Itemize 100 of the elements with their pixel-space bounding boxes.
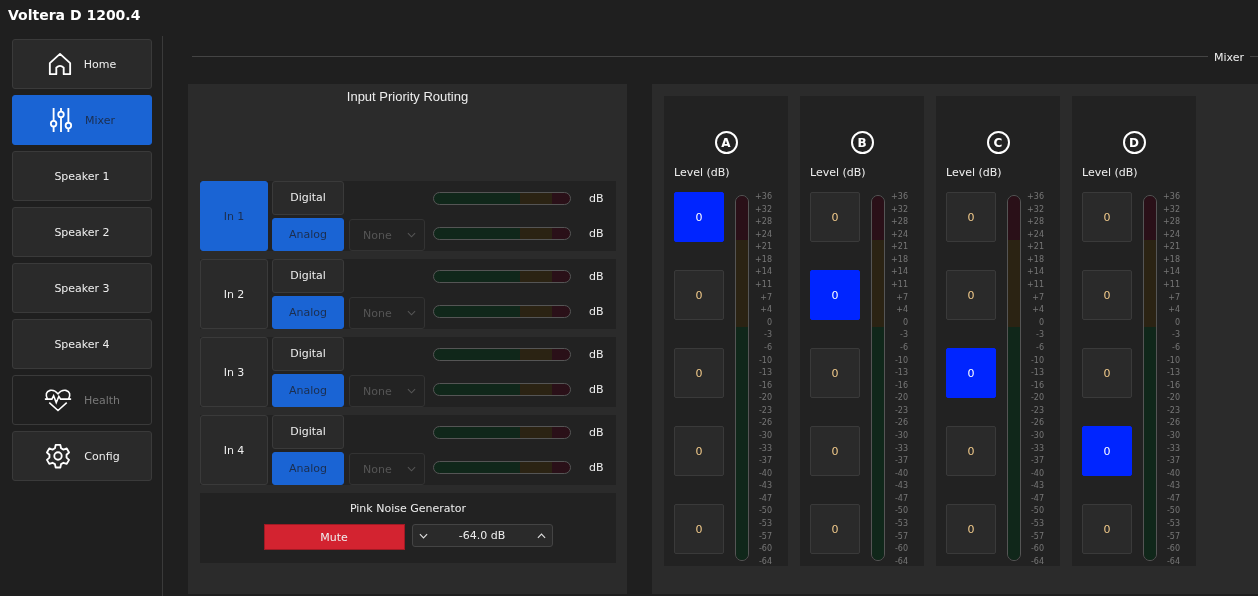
input-button[interactable]: In 2 [200,259,268,329]
scale-label: +28 [891,217,908,227]
scale-label: +28 [755,217,772,227]
scale-label: -60 [1030,544,1044,554]
scale-label: -47 [758,493,772,503]
level-button[interactable]: 0 [1082,270,1132,320]
scale-label: -37 [894,456,908,466]
input-button[interactable]: In 4 [200,415,268,485]
digital-button[interactable]: Digital [272,415,344,449]
digital-button[interactable]: Digital [272,337,344,371]
scale-label: +24 [1163,229,1180,239]
scale-label: 0 [902,317,908,327]
level-button[interactable]: 0 [674,504,724,554]
nav-button[interactable]: Speaker 2 [12,207,152,257]
scale-label: -13 [894,368,908,378]
scale-label: +4 [760,305,772,315]
level-button[interactable]: 0 [674,192,724,242]
scale-label: -50 [1030,506,1044,516]
scale-label: -26 [894,418,908,428]
channel-letter: C [986,131,1010,155]
nav-button[interactable]: Home [12,39,152,89]
scale-label: +4 [896,305,908,315]
nav-button[interactable]: Config [12,431,152,481]
level-button[interactable]: 0 [946,270,996,320]
nav-button[interactable]: Speaker 4 [12,319,152,369]
level-button[interactable]: 0 [674,270,724,320]
level-button[interactable]: 0 [1082,348,1132,398]
noise-generator-title: Pink Noise Generator [349,501,467,517]
heartbeat-icon [43,387,72,413]
chevron-down-icon[interactable] [418,532,428,539]
scale-label: -13 [758,368,772,378]
scale-label: +7 [896,292,908,302]
scale-label: -53 [1030,519,1044,529]
level-button[interactable]: 0 [674,426,724,476]
level-button[interactable]: 0 [810,426,860,476]
scale-label: -6 [1172,342,1180,352]
level-button[interactable]: 0 [946,426,996,476]
home-icon [47,51,72,77]
scale-label: -47 [894,493,908,503]
digital-button[interactable]: Digital [272,181,344,215]
scale-label: -50 [894,506,908,516]
level-button[interactable]: 0 [674,348,724,398]
digital-button[interactable]: Digital [272,259,344,293]
level-label: Level (dB) [1081,165,1139,182]
level-button[interactable]: 0 [810,192,860,242]
scale-label: -30 [1030,431,1044,440]
scale-label: +7 [1168,292,1180,302]
level-button[interactable]: 0 [810,504,860,554]
scale-label: -53 [1166,519,1180,529]
scale-label: +11 [891,280,908,290]
chevron-down-icon [407,466,416,472]
scale-label: -23 [894,405,908,415]
scale-label: +36 [1163,192,1180,201]
input-button[interactable]: In 3 [200,337,268,407]
scale-label: +14 [1163,267,1180,277]
scale-label: -26 [1166,418,1180,428]
scale-label: +32 [891,204,908,214]
level-button[interactable]: 0 [946,192,996,242]
level-button[interactable]: 0 [946,348,996,398]
scale-label: +21 [1163,242,1180,252]
section-title: Mixer [1213,50,1245,64]
unit-label: dB [589,461,604,474]
unit-label: dB [589,383,604,396]
nav-button[interactable]: Speaker 1 [12,151,152,201]
scale-label: -26 [758,418,772,428]
nav-button[interactable]: Speaker 3 [12,263,152,313]
scale-label: -16 [894,380,908,390]
scale-label: -3 [764,330,772,340]
scale-label: +36 [755,192,772,201]
scale-label: -20 [1166,393,1180,403]
unit-label: dB [589,426,604,439]
scale-label: +14 [755,267,772,277]
level-button[interactable]: 0 [810,348,860,398]
level-button[interactable]: 0 [1082,504,1132,554]
mute-button[interactable]: Mute [263,524,405,550]
panel-title: Input Priority Routing [345,88,470,106]
scale-label: -43 [894,481,908,491]
level-button[interactable]: 0 [1082,426,1132,476]
scale-label: -33 [1030,443,1044,453]
scale-label: -23 [758,405,772,415]
scale-label: -6 [1036,342,1044,352]
scale-label: -60 [1166,544,1180,554]
chevron-up-icon[interactable] [536,532,546,539]
scale-label: -3 [1172,330,1180,340]
level-button[interactable]: 0 [946,504,996,554]
level-stepper[interactable]: -64.0 dB [411,524,553,547]
scale-label: +24 [755,229,772,239]
scale-label: -10 [758,355,772,365]
scale-label: +11 [1027,280,1044,290]
scale-label: -6 [900,342,908,352]
scale-label: +36 [1027,192,1044,201]
scale-label: -20 [758,393,772,403]
level-button[interactable]: 0 [810,270,860,320]
scale-label: -57 [894,531,908,541]
level-button[interactable]: 0 [1082,192,1132,242]
scale-label: -60 [894,544,908,554]
scale-label: -37 [758,456,772,466]
scale-label: -13 [1166,368,1180,378]
scale-label: -20 [1030,393,1044,403]
scale-label: +11 [755,280,772,290]
